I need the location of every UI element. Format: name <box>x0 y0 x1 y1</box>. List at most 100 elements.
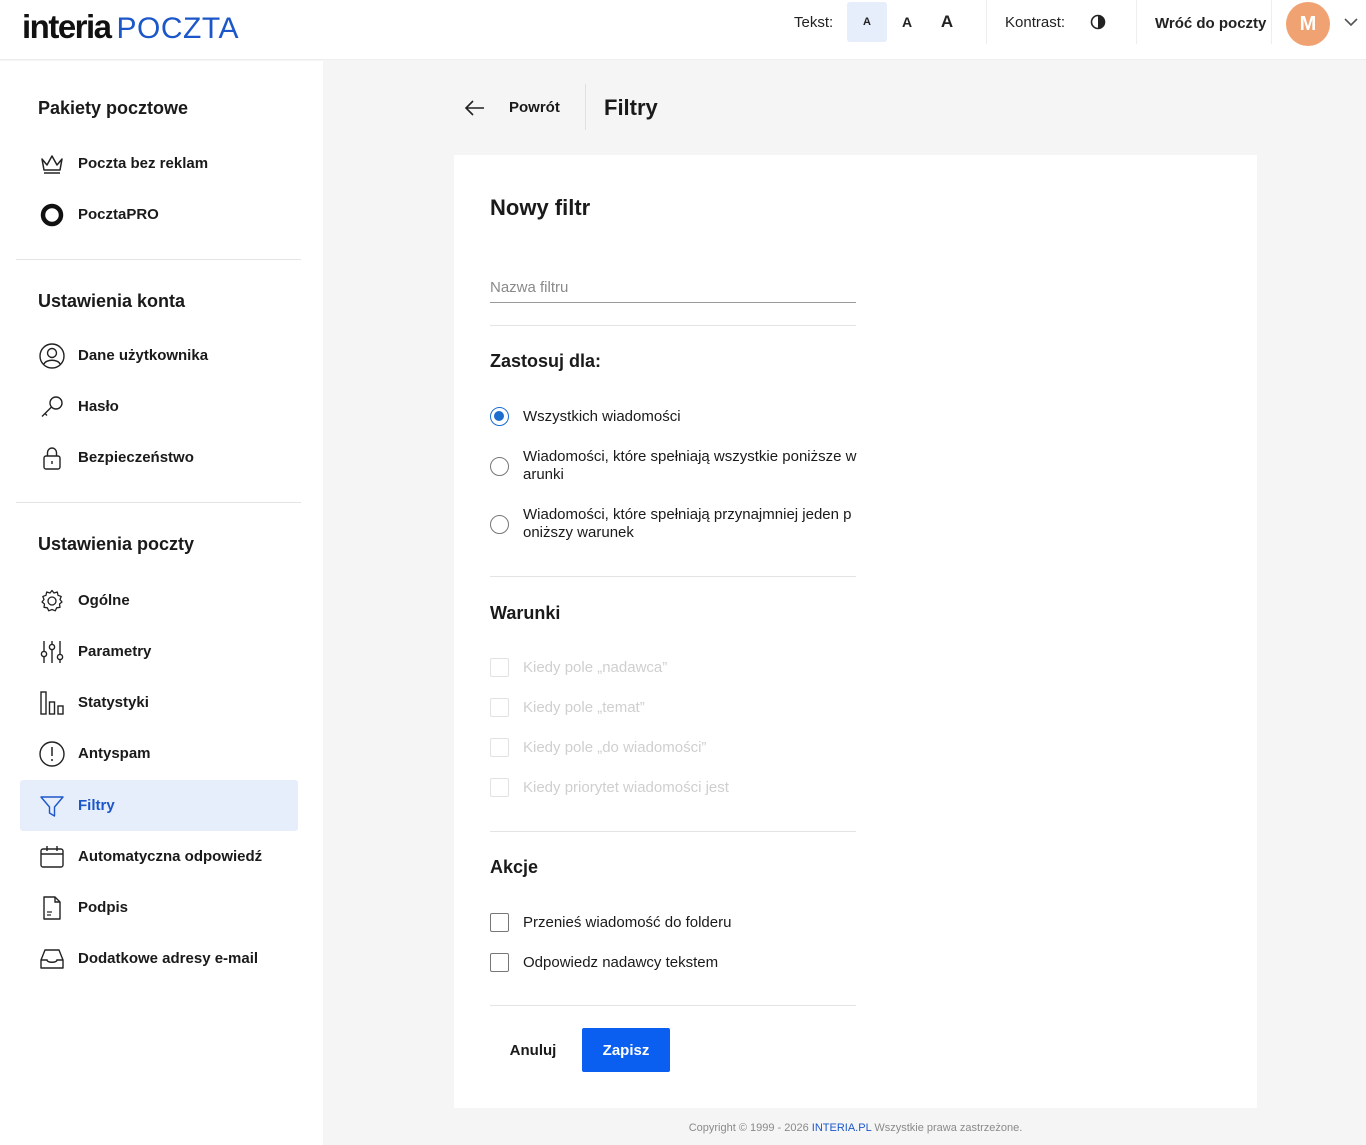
checkbox-label: Odpowiedz nadawcy tekstem <box>523 954 719 971</box>
sidebar-item-general[interactable]: Ogólne <box>20 575 298 626</box>
form-divider <box>490 1005 856 1006</box>
checkbox[interactable] <box>490 953 509 972</box>
apply-for-title: Zastosuj dla: <box>490 351 602 371</box>
inbox-icon <box>39 946 65 972</box>
header-divider <box>1271 0 1272 44</box>
key-icon <box>39 394 65 420</box>
bar-chart-icon <box>39 690 65 716</box>
sidebar-item-pocztapro[interactable]: PocztaPRO <box>20 189 298 240</box>
sidebar-item-label: PocztaPRO <box>78 206 159 223</box>
sidebar-item-auto-reply[interactable]: Automatyczna odpowiedź <box>20 831 298 882</box>
user-icon <box>39 342 65 369</box>
checkbox-label: Kiedy pole „nadawca” <box>523 659 668 676</box>
sidebar-item-label: Statystyki <box>78 694 149 711</box>
sidebar-item-label: Hasło <box>78 398 119 415</box>
sidebar-item-extra-addresses[interactable]: Dodatkowe adresy e-mail <box>20 933 298 984</box>
back-to-mail-link[interactable]: Wróć do poczty <box>1155 15 1266 32</box>
title-divider <box>585 84 586 130</box>
footer-interia-link[interactable]: INTERIA.PL <box>812 1122 872 1134</box>
back-button[interactable]: Powrót <box>509 99 560 116</box>
sidebar-item-label: Podpis <box>78 899 129 916</box>
apply-all-radio[interactable]: Wszystkich wiadomości <box>490 407 860 426</box>
condition-subject-checkbox: Kiedy pole „temat” <box>490 698 645 717</box>
text-size-large-button[interactable]: A <box>927 2 967 42</box>
sidebar-item-filters[interactable]: Filtry <box>20 780 298 831</box>
header-divider <box>986 0 987 44</box>
sidebar-item-label: Automatyczna odpowiedź <box>78 848 263 865</box>
actions-title: Akcje <box>490 857 539 877</box>
action-move-to-folder-checkbox[interactable]: Przenieś wiadomość do folderu <box>490 913 731 932</box>
back-arrow-icon[interactable] <box>463 96 487 120</box>
radio-label: Wiadomości, które spełniają przynajmniej… <box>523 506 852 541</box>
checkbox-label: Kiedy pole „temat” <box>523 699 645 716</box>
filter-icon <box>39 793 65 819</box>
action-reply-text-checkbox[interactable]: Odpowiedz nadawcy tekstem <box>490 953 718 972</box>
checkbox <box>490 738 509 757</box>
checkbox <box>490 698 509 717</box>
radio-button[interactable] <box>490 407 509 426</box>
checkbox <box>490 778 509 797</box>
sidebar-item-label: Ogólne <box>78 592 130 609</box>
logo-brand: interia <box>22 8 112 45</box>
sidebar-item-no-ads[interactable]: Poczta bez reklam <box>20 138 298 189</box>
sidebar-item-label: Filtry <box>78 797 115 814</box>
text-size-label: Tekst: <box>794 14 834 31</box>
document-icon <box>39 895 65 921</box>
apply-any-condition-radio[interactable]: Wiadomości, które spełniają przynajmniej… <box>490 506 860 542</box>
top-header: interia POCZTA Tekst: A A A Kontrast: Wr… <box>0 0 1366 60</box>
sidebar-item-signature[interactable]: Podpis <box>20 882 298 933</box>
sidebar-item-label: Dodatkowe adresy e-mail <box>78 950 259 967</box>
sidebar-item-label: Dane użytkownika <box>78 347 209 364</box>
radio-button[interactable] <box>490 514 509 534</box>
section-title-mail: Ustawienia poczty <box>38 534 195 554</box>
sidebar-item-user-data[interactable]: Dane użytkownika <box>20 330 298 381</box>
footer-copyright: Copyright © 1999 - 2026 <box>688 1122 809 1134</box>
sidebar-divider <box>16 259 301 260</box>
sidebar-item-security[interactable]: Bezpieczeństwo <box>20 432 298 483</box>
condition-sender-checkbox: Kiedy pole „nadawca” <box>490 658 667 677</box>
text-size-small-button[interactable]: A <box>847 2 887 42</box>
header-divider <box>1136 0 1137 44</box>
radio-button[interactable] <box>490 456 509 476</box>
footer: Copyright © 1999 - 2026 INTERIA.PL Wszys… <box>454 1122 1257 1134</box>
text-size-medium-button[interactable]: A <box>887 2 927 42</box>
form-divider <box>490 576 856 577</box>
calendar-icon <box>39 844 65 870</box>
form-divider <box>490 325 856 326</box>
sidebar-item-label: Parametry <box>78 643 152 660</box>
radio-label: Wiadomości, które spełniają wszystkie po… <box>523 448 857 483</box>
lock-icon <box>39 445 65 471</box>
pro-ring-icon <box>39 202 65 228</box>
filter-form-card: Nowy filtr Zastosuj dla: Wszystkich wiad… <box>454 155 1257 1108</box>
form-title: Nowy filtr <box>490 195 591 220</box>
apply-all-conditions-radio[interactable]: Wiadomości, które spełniają wszystkie po… <box>490 448 860 484</box>
sidebar-item-antispam[interactable]: Antyspam <box>20 728 298 779</box>
save-button[interactable]: Zapisz <box>582 1028 670 1072</box>
interia-poczta-logo[interactable]: interia POCZTA <box>22 8 239 46</box>
chevron-down-icon[interactable] <box>1343 16 1359 28</box>
sidebar-item-parameters[interactable]: Parametry <box>20 626 298 677</box>
sidebar-item-statistics[interactable]: Statystyki <box>20 677 298 728</box>
cancel-button[interactable]: Anuluj <box>498 1028 568 1072</box>
radio-label: Wszystkich wiadomości <box>523 407 681 425</box>
checkbox[interactable] <box>490 913 509 932</box>
checkbox-label: Kiedy pole „do wiadomości” <box>523 739 707 756</box>
logo-product: POCZTA <box>116 12 239 45</box>
sliders-icon <box>39 639 65 665</box>
checkbox <box>490 658 509 677</box>
filter-name-input[interactable] <box>490 273 856 303</box>
checkbox-label: Przenieś wiadomość do folderu <box>523 914 732 931</box>
sidebar-divider <box>16 502 301 503</box>
gear-icon <box>39 588 65 614</box>
footer-rights: Wszystkie prawa zastrzeżone. <box>874 1122 1023 1134</box>
sidebar-item-label: Antyspam <box>78 745 151 762</box>
avatar[interactable]: M <box>1286 2 1330 46</box>
crown-icon <box>39 151 65 177</box>
contrast-toggle-icon[interactable] <box>1088 12 1108 32</box>
alert-circle-icon <box>39 740 65 767</box>
contrast-label: Kontrast: <box>1005 14 1066 31</box>
conditions-title: Warunki <box>490 603 561 623</box>
sidebar-item-password[interactable]: Hasło <box>20 381 298 432</box>
condition-priority-checkbox: Kiedy priorytet wiadomości jest <box>490 778 729 797</box>
section-title-packages: Pakiety pocztowe <box>38 98 189 118</box>
